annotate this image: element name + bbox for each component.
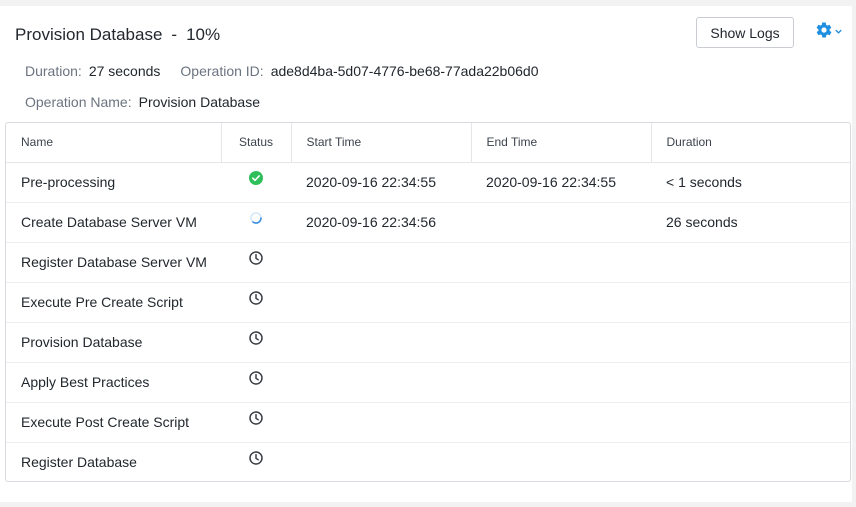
table-row: Execute Post Create Script	[6, 402, 850, 443]
table-row: Register Database Server VM	[6, 242, 850, 283]
table-row: Execute Pre Create Script	[6, 282, 850, 323]
step-status	[221, 282, 291, 323]
clock-icon	[249, 331, 263, 348]
table-row: Pre-processing 2020-09-16 22:34:55 2020-09…	[6, 162, 850, 203]
step-name: Apply Best Practices	[6, 362, 221, 403]
step-status	[221, 362, 291, 403]
step-name: Pre-processing	[6, 162, 221, 203]
step-duration: 26 seconds	[651, 202, 850, 243]
table-header-row: Name Status Start Time End Time Duration	[6, 123, 850, 163]
column-header-status[interactable]: Status	[221, 123, 292, 163]
operation-id-value: ade8d4ba-5d07-4776-be68-77ada22b06d0	[270, 63, 539, 79]
step-end-time	[471, 322, 651, 363]
step-duration	[651, 282, 850, 323]
operation-name-value: Provision Database	[138, 94, 261, 110]
operation-name-label: Operation Name:	[25, 94, 132, 110]
operation-title: Provision Database	[15, 25, 163, 44]
steps-table: Name Status Start Time End Time Duration…	[5, 122, 851, 482]
step-end-time	[471, 242, 651, 283]
clock-icon	[249, 291, 263, 308]
step-name: Create Database Server VM	[6, 202, 221, 243]
step-end-time	[471, 442, 651, 481]
step-status	[221, 442, 291, 481]
clock-icon	[249, 371, 263, 388]
step-duration	[651, 322, 850, 363]
column-header-end-time[interactable]: End Time	[471, 123, 652, 163]
step-name: Execute Pre Create Script	[6, 282, 221, 323]
settings-menu-button[interactable]	[815, 21, 845, 44]
progress-percent: 10%	[186, 25, 221, 44]
step-name: Register Database	[21, 454, 137, 471]
step-end-time: 2020-09-16 22:34:55	[471, 162, 651, 203]
operation-panel: Provision Database -10% Show Logs Duratio…	[0, 6, 852, 502]
step-duration	[651, 362, 850, 403]
chevron-down-icon	[834, 23, 843, 41]
step-duration	[651, 402, 850, 443]
step-status	[221, 242, 291, 283]
step-start-time	[291, 242, 471, 283]
step-start-time	[291, 322, 471, 363]
step-duration	[651, 242, 850, 283]
step-status	[221, 162, 291, 203]
clock-icon	[249, 451, 263, 468]
step-name: Execute Post Create Script	[6, 402, 221, 443]
meta-row-2: Operation Name: Provision Database	[25, 94, 260, 110]
duration-label: Duration:	[25, 63, 82, 79]
step-end-time	[471, 282, 651, 323]
table-row: Create Database Server VM 2020-09-16 22:3…	[6, 202, 850, 243]
step-start-time	[291, 402, 471, 443]
gear-icon	[815, 21, 833, 44]
step-start-time	[291, 362, 471, 403]
column-header-name[interactable]: Name	[6, 123, 222, 163]
title-separator: -	[171, 25, 178, 44]
clock-icon	[249, 411, 263, 428]
step-start-time: 2020-09-16 22:34:55	[291, 162, 471, 203]
clock-icon	[249, 251, 263, 268]
operation-id-label: Operation ID:	[180, 63, 264, 79]
step-start-time: 2020-09-16 22:34:56	[291, 202, 471, 243]
step-status	[221, 322, 291, 363]
meta-row-1: Duration: 27 seconds Operation ID: ade8d4ba…	[25, 63, 539, 79]
step-duration	[651, 442, 850, 481]
step-name: Provision Database	[6, 322, 221, 363]
table-row: Provision Database	[6, 322, 850, 363]
step-end-time	[471, 202, 651, 243]
step-duration: < 1 seconds	[651, 162, 850, 203]
step-start-time	[291, 282, 471, 323]
step-name: Register Database Server VM	[6, 242, 221, 283]
step-end-time	[471, 402, 651, 443]
show-logs-button[interactable]: Show Logs	[696, 17, 794, 48]
table-row: Apply Best Practices	[6, 362, 850, 403]
column-header-duration[interactable]: Duration	[651, 123, 850, 163]
duration-value: 27 seconds	[88, 63, 161, 79]
step-status	[221, 402, 291, 443]
column-header-start-time[interactable]: Start Time	[291, 123, 472, 163]
check-circle-icon	[249, 170, 263, 188]
loading-spinner-icon	[249, 211, 263, 228]
step-end-time	[471, 362, 651, 403]
step-status	[221, 202, 291, 243]
table-row: Register Database	[6, 442, 850, 481]
page-title: Provision Database -10%	[15, 25, 220, 45]
step-start-time	[291, 442, 471, 481]
